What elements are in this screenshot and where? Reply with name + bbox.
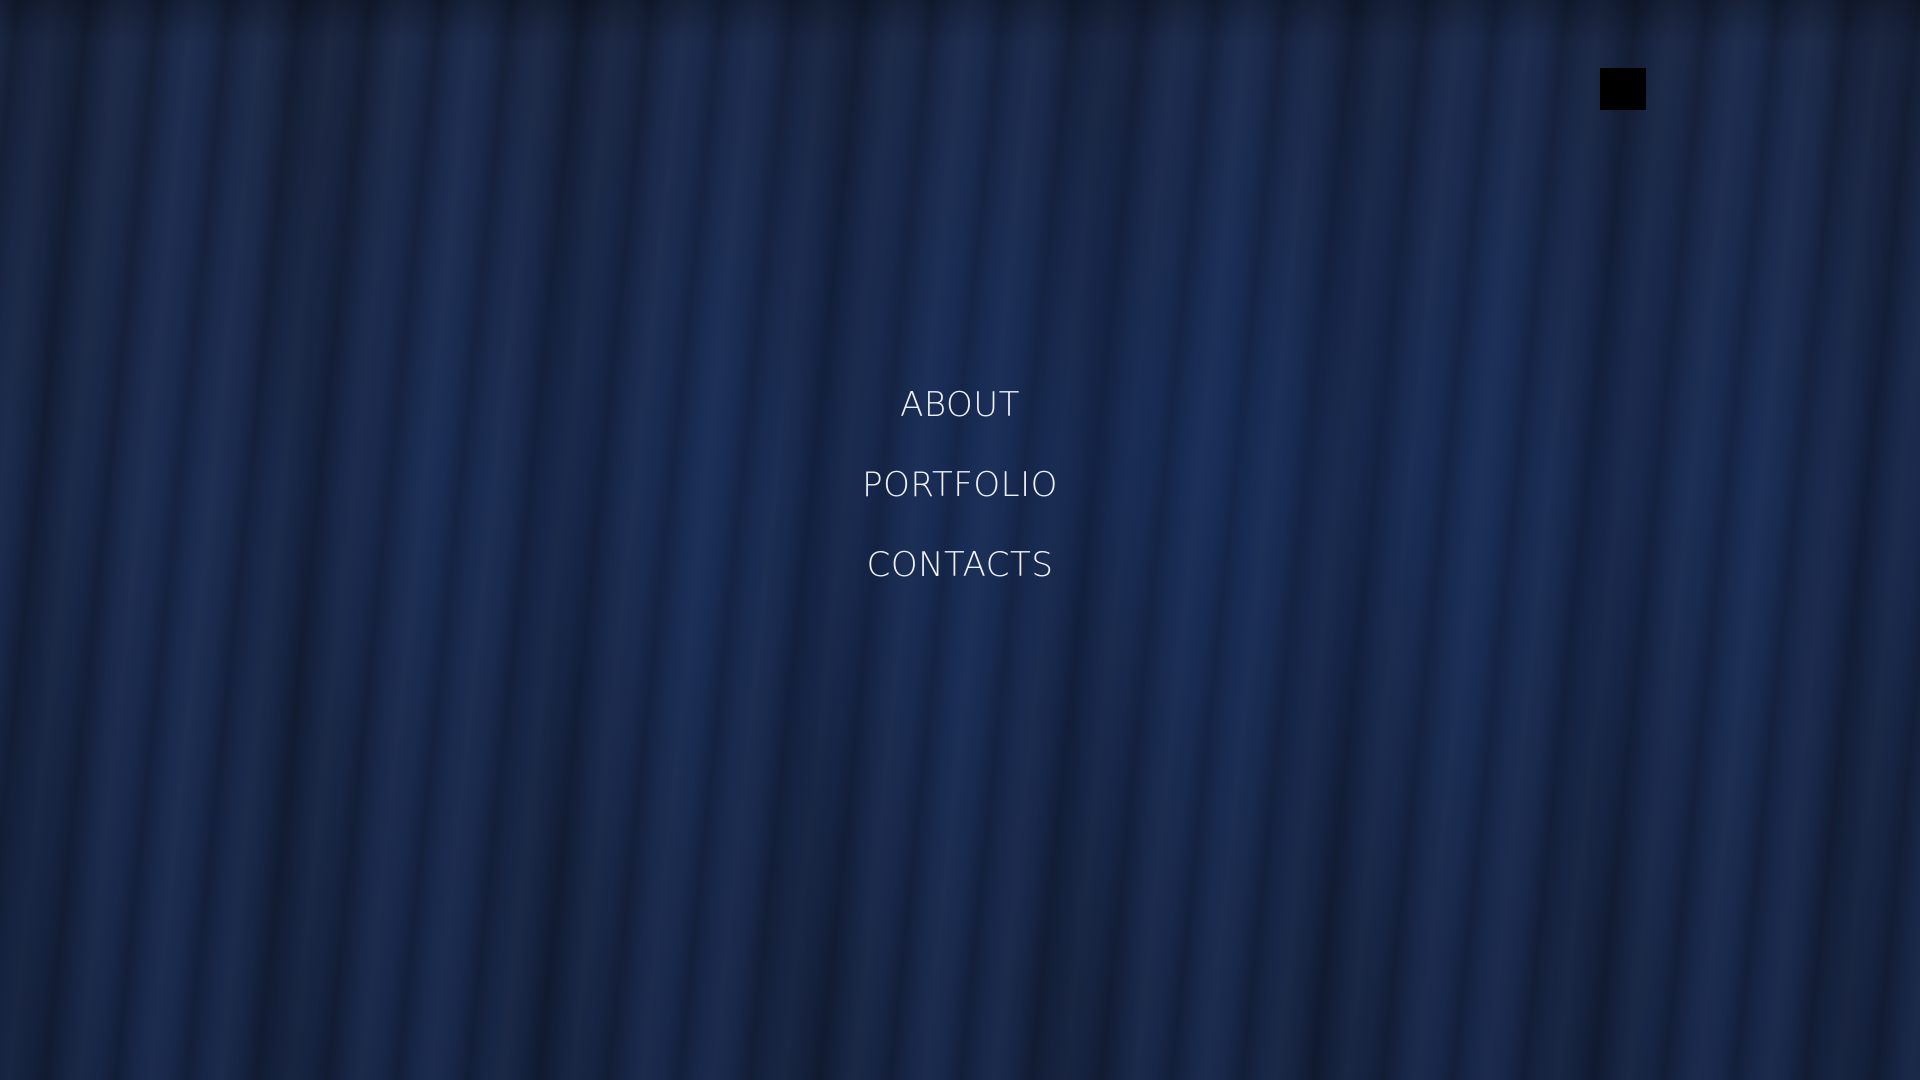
main-navigation: ABOUT PORTFOLIO CONTACTS	[0, 365, 1920, 605]
menu-toggle-button[interactable]	[1600, 68, 1646, 110]
nav-item-contacts[interactable]: CONTACTS	[859, 525, 1062, 605]
page-background: ABOUT PORTFOLIO CONTACTS	[0, 0, 1920, 1080]
nav-item-about[interactable]: ABOUT	[892, 365, 1028, 445]
nav-item-portfolio[interactable]: PORTFOLIO	[854, 445, 1066, 525]
